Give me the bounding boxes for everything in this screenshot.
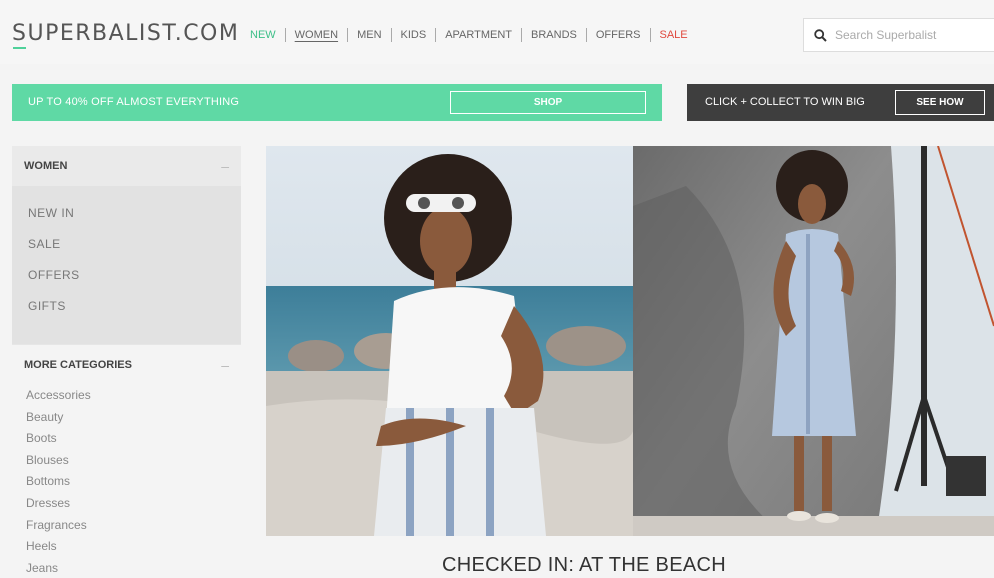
nav-item-new[interactable]: NEW: [250, 29, 285, 41]
sidebar-heading: WOMEN: [24, 160, 68, 172]
sidebar-item-gifts[interactable]: GIFTS: [28, 299, 225, 330]
sidebar-category-heels[interactable]: Heels: [26, 539, 227, 561]
hero-banner[interactable]: [266, 146, 994, 536]
sidebar-categories: Accessories Beauty Boots Blouses Bottoms…: [12, 384, 241, 578]
sidebar-more-header[interactable]: MORE CATEGORIES –: [12, 344, 241, 384]
sidebar-category-jeans[interactable]: Jeans: [26, 561, 227, 578]
sidebar-more-heading: MORE CATEGORIES: [24, 358, 132, 371]
see-how-button[interactable]: SEE HOW: [895, 90, 985, 115]
search-box[interactable]: [803, 18, 994, 52]
promo-collect-text: CLICK + COLLECT TO WIN BIG: [705, 96, 865, 108]
logo-first-letter: S: [12, 21, 28, 46]
sidebar-category-boots[interactable]: Boots: [26, 431, 227, 453]
sidebar-category-beauty[interactable]: Beauty: [26, 410, 227, 432]
nav-item-men[interactable]: MEN: [348, 29, 390, 41]
collapse-icon[interactable]: –: [221, 158, 229, 174]
sidebar-item-offers[interactable]: OFFERS: [28, 268, 225, 299]
collapse-icon[interactable]: –: [221, 357, 229, 373]
logo[interactable]: SUPERBALIST.COM: [12, 21, 239, 46]
sidebar-category-blouses[interactable]: Blouses: [26, 453, 227, 475]
hero-image: [266, 146, 994, 536]
promo-banner-collect: CLICK + COLLECT TO WIN BIG SEE HOW: [687, 84, 994, 121]
search-input[interactable]: [835, 28, 985, 42]
main-nav: NEW WOMEN MEN KIDS APARTMENT BRANDS OFFE…: [250, 28, 697, 42]
sidebar-item-sale[interactable]: SALE: [28, 237, 225, 268]
sidebar-category-fragrances[interactable]: Fragrances: [26, 518, 227, 540]
nav-item-kids[interactable]: KIDS: [392, 29, 436, 41]
sidebar-primary-links: NEW IN SALE OFFERS GIFTS: [12, 186, 241, 344]
shop-button[interactable]: SHOP: [450, 91, 646, 114]
sidebar-category-accessories[interactable]: Accessories: [26, 388, 227, 410]
nav-item-women[interactable]: WOMEN: [286, 29, 347, 41]
search-icon: [814, 28, 827, 42]
nav-item-apartment[interactable]: APARTMENT: [436, 29, 521, 41]
hero-headline: CHECKED IN: AT THE BEACH: [442, 554, 726, 576]
logo-rest: UPERBALIST.COM: [27, 21, 240, 46]
right-photo-panel: [633, 146, 994, 536]
nav-item-sale[interactable]: SALE: [651, 29, 697, 41]
promo-banner-sale: UP TO 40% OFF ALMOST EVERYTHING SHOP: [12, 84, 662, 121]
sidebar-item-new-in[interactable]: NEW IN: [28, 206, 225, 237]
sidebar-women-header[interactable]: WOMEN –: [12, 146, 241, 186]
category-sidebar: WOMEN – NEW IN SALE OFFERS GIFTS MORE CA…: [12, 146, 241, 578]
nav-item-brands[interactable]: BRANDS: [522, 29, 586, 41]
promo-sale-text: UP TO 40% OFF ALMOST EVERYTHING: [28, 96, 240, 108]
site-header: SUPERBALIST.COM NEW WOMEN MEN KIDS APART…: [0, 0, 994, 64]
left-photo-panel: [266, 146, 635, 536]
sidebar-category-bottoms[interactable]: Bottoms: [26, 474, 227, 496]
nav-item-offers[interactable]: OFFERS: [587, 29, 650, 41]
sidebar-category-dresses[interactable]: Dresses: [26, 496, 227, 518]
